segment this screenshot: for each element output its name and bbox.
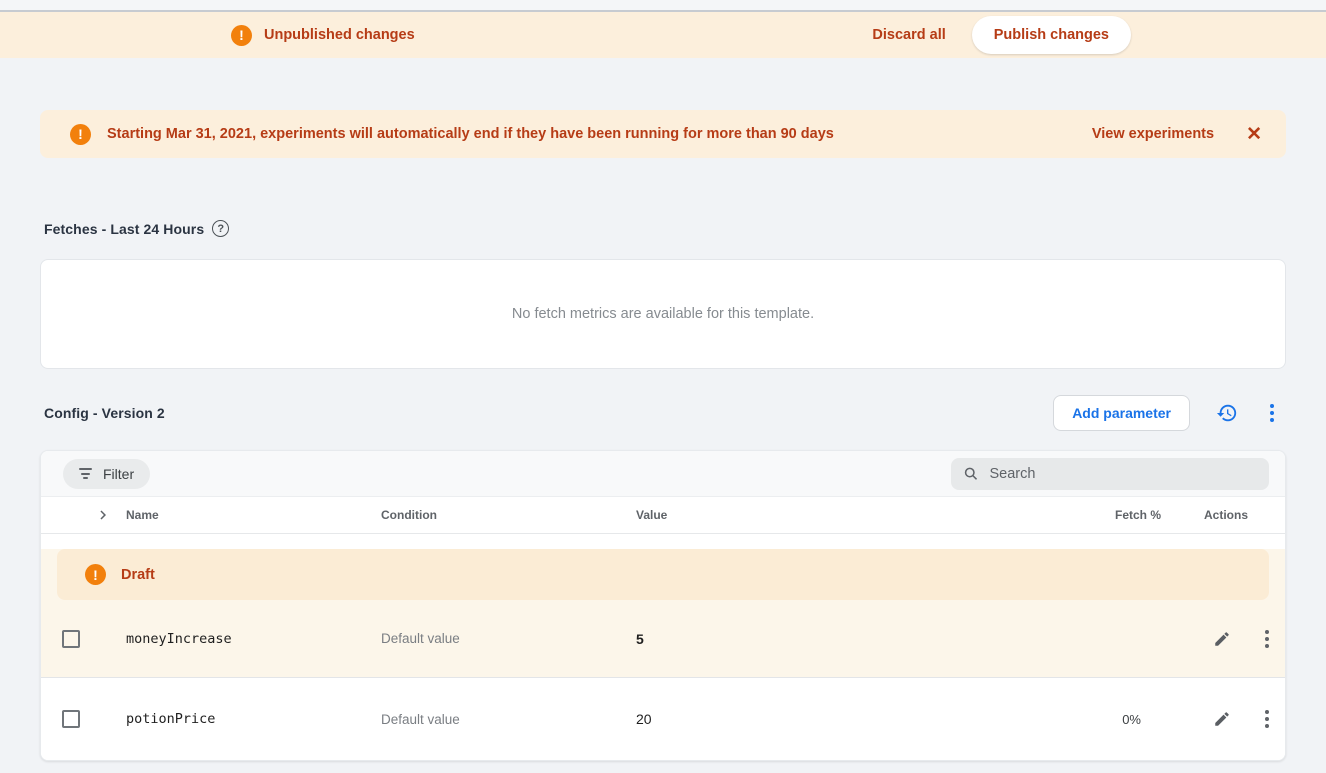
draft-section: ! Draft moneyIncrease Default value 5 — [41, 549, 1285, 678]
row-checkbox[interactable] — [62, 630, 80, 648]
no-metrics-message: No fetch metrics are available for this … — [512, 306, 814, 322]
view-experiments-button[interactable]: View experiments — [1092, 126, 1214, 142]
column-header-condition[interactable]: Condition — [381, 508, 636, 522]
discard-all-button[interactable]: Discard all — [872, 27, 945, 43]
warning-icon: ! — [70, 124, 91, 145]
publish-changes-button[interactable]: Publish changes — [972, 16, 1131, 54]
search-input[interactable] — [989, 466, 1257, 482]
row-overflow-menu-icon[interactable] — [1259, 628, 1275, 650]
table-row[interactable]: moneyIncrease Default value 5 — [41, 600, 1285, 677]
add-parameter-button[interactable]: Add parameter — [1053, 395, 1190, 431]
column-header-value[interactable]: Value — [636, 508, 1021, 522]
experiments-notice-text: Starting Mar 31, 2021, experiments will … — [107, 126, 834, 142]
table-row[interactable]: potionPrice Default value 20 0% — [41, 678, 1285, 760]
config-overflow-menu-icon[interactable] — [1264, 402, 1280, 424]
table-toolbar: Filter — [41, 451, 1285, 497]
param-condition: Default value — [381, 712, 636, 727]
experiments-notice-banner: ! Starting Mar 31, 2021, experiments wil… — [40, 110, 1286, 158]
param-name: potionPrice — [126, 711, 381, 727]
param-value: 5 — [636, 631, 1021, 647]
filter-label: Filter — [103, 466, 134, 482]
fetches-title: Fetches - Last 24 Hours — [44, 221, 204, 237]
close-icon[interactable]: ✕ — [1246, 125, 1262, 144]
edit-icon[interactable] — [1213, 710, 1231, 728]
warning-icon: ! — [85, 564, 106, 585]
fetch-metrics-card: No fetch metrics are available for this … — [40, 259, 1286, 369]
fetches-section-header: Fetches - Last 24 Hours ? — [44, 220, 1282, 237]
filter-icon — [79, 468, 92, 479]
parameters-table: Filter Name Condition Value Fetch % Acti… — [40, 450, 1286, 761]
help-icon[interactable]: ? — [212, 220, 229, 237]
row-checkbox[interactable] — [62, 710, 80, 728]
search-icon — [963, 465, 978, 482]
config-title: Config - Version 2 — [44, 405, 165, 421]
expand-all-chevron-icon[interactable] — [94, 506, 126, 524]
unpublished-changes-label: Unpublished changes — [264, 27, 415, 43]
warning-icon: ! — [231, 25, 252, 46]
param-fetch-pct: 0% — [1021, 712, 1171, 727]
param-value: 20 — [636, 711, 1021, 727]
row-overflow-menu-icon[interactable] — [1259, 708, 1275, 730]
search-box[interactable] — [951, 458, 1269, 490]
filter-chip[interactable]: Filter — [63, 459, 150, 489]
param-condition: Default value — [381, 631, 636, 646]
table-header-row: Name Condition Value Fetch % Actions — [41, 497, 1285, 534]
draft-label: Draft — [121, 567, 155, 583]
param-name: moneyIncrease — [126, 631, 381, 647]
column-header-fetch[interactable]: Fetch % — [1021, 508, 1171, 522]
column-header-actions: Actions — [1171, 508, 1285, 522]
top-strip — [0, 0, 1326, 12]
config-section-header: Config - Version 2 Add parameter — [44, 395, 1282, 431]
column-header-name[interactable]: Name — [126, 508, 381, 522]
edit-icon[interactable] — [1213, 630, 1231, 648]
unpublished-changes-banner: ! Unpublished changes Discard all Publis… — [0, 12, 1326, 58]
version-history-icon[interactable] — [1212, 398, 1242, 428]
draft-banner: ! Draft — [57, 549, 1269, 600]
